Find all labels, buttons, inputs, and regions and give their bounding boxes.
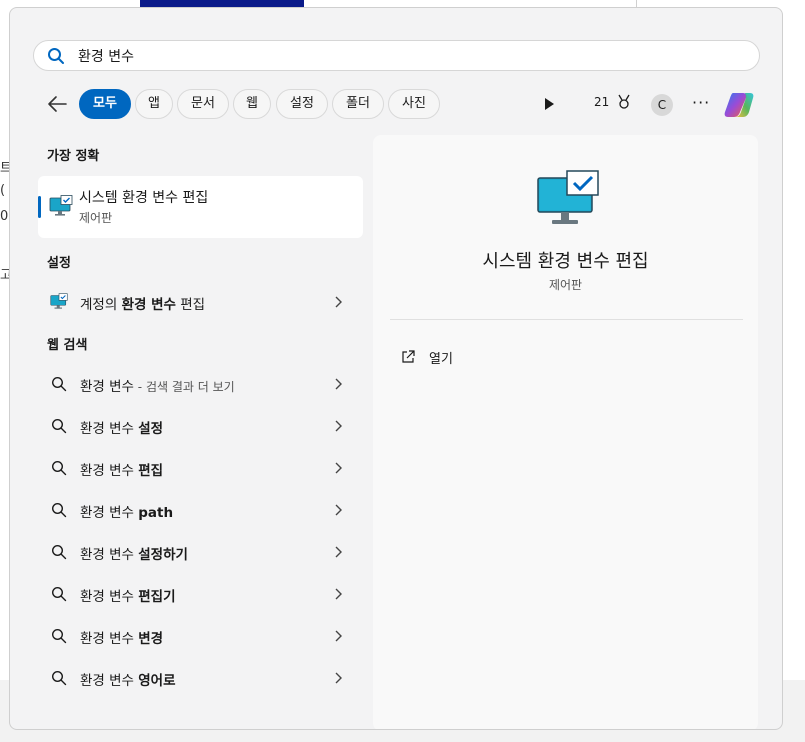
web-search-result[interactable]: 환경 변수 편집 <box>38 449 363 487</box>
web-search-result-label: 환경 변수 설정 <box>80 417 163 437</box>
user-avatar[interactable]: C <box>651 94 673 116</box>
search-icon <box>51 670 67 686</box>
filter-tab-folders[interactable]: 폴더 <box>332 89 384 119</box>
label-bold-text: 편집 <box>138 463 164 479</box>
search-icon <box>51 502 67 518</box>
detail-subtitle: 제어판 <box>548 278 583 292</box>
label-text: 환경 변수 <box>80 379 134 395</box>
label-text: 환경 변수 <box>80 631 139 647</box>
label-bold-text: 설정하기 <box>138 547 188 563</box>
settings-result[interactable]: 계정의 환경 변수 편집 <box>38 283 363 321</box>
search-input[interactable] <box>78 45 678 67</box>
label-bold-text: 편집기 <box>138 589 176 605</box>
best-match-result[interactable]: 시스템 환경 변수 편집 제어판 <box>38 176 363 238</box>
best-match-subtitle: 제어판 <box>79 211 113 225</box>
label-bold-text: 변경 <box>138 631 164 647</box>
search-icon <box>51 460 67 476</box>
control-panel-monitor-icon <box>537 170 599 224</box>
search-icon <box>51 376 67 392</box>
web-search-result[interactable]: 환경 변수 변경 <box>38 617 363 655</box>
rewards-medal-icon[interactable] <box>617 94 631 110</box>
search-bar[interactable] <box>33 40 760 71</box>
label-sub-text: - 검색 결과 더 보기 <box>133 380 235 394</box>
label-bold-text: 환경 변수 <box>121 297 176 313</box>
selection-indicator <box>38 196 41 218</box>
web-search-result-label: 환경 변수 - 검색 결과 더 보기 <box>80 375 235 395</box>
label-text: 환경 변수 <box>80 547 139 563</box>
web-search-result-label: 환경 변수 영어로 <box>80 669 176 689</box>
start-search-panel: 모두 앱 문서 웹 설정 폴더 사진 21 C ··· 가장 정확 <box>9 7 783 730</box>
search-icon <box>48 48 64 64</box>
label-text: 환경 변수 <box>80 505 139 521</box>
label-text: 편집 <box>175 297 206 313</box>
copilot-icon[interactable] <box>723 90 755 120</box>
detail-pane: 시스템 환경 변수 편집 제어판 열기 <box>373 135 758 729</box>
chevron-right-icon <box>335 462 342 474</box>
search-icon <box>51 628 67 644</box>
search-icon <box>51 418 67 434</box>
filter-tab-settings[interactable]: 설정 <box>276 89 328 119</box>
settings-header: 설정 <box>47 256 71 271</box>
web-search-header: 웹 검색 <box>47 338 88 353</box>
web-search-result[interactable]: 환경 변수 영어로 <box>38 659 363 697</box>
label-text: 환경 변수 <box>80 673 139 689</box>
play-icon[interactable] <box>543 97 555 111</box>
detail-divider <box>390 319 743 320</box>
filter-tab-photos[interactable]: 사진 <box>388 89 440 119</box>
label-text: 환경 변수 <box>80 421 139 437</box>
chevron-right-icon <box>335 546 342 558</box>
web-search-result[interactable]: 환경 변수 - 검색 결과 더 보기 <box>38 365 363 403</box>
detail-title: 시스템 환경 변수 편집 <box>482 251 649 272</box>
chevron-right-icon <box>335 630 342 642</box>
web-search-result[interactable]: 환경 변수 path <box>38 491 363 529</box>
search-icon <box>51 544 67 560</box>
control-panel-monitor-icon <box>50 293 68 309</box>
web-search-result-label: 환경 변수 편집 <box>80 459 163 479</box>
open-action-button[interactable]: 열기 <box>429 348 453 367</box>
label-bold-text: path <box>138 505 174 521</box>
background-text: ( <box>0 183 6 198</box>
chevron-right-icon <box>335 378 342 390</box>
web-search-result[interactable]: 환경 변수 설정 <box>38 407 363 445</box>
filter-tab-apps[interactable]: 앱 <box>135 89 173 119</box>
label-text: 환경 변수 <box>80 589 139 605</box>
chevron-right-icon <box>335 588 342 600</box>
best-match-header: 가장 정확 <box>47 149 100 164</box>
filter-tab-web[interactable]: 웹 <box>233 89 271 119</box>
filter-tab-documents[interactable]: 문서 <box>177 89 229 119</box>
rewards-points[interactable]: 21 <box>594 95 609 109</box>
open-external-icon[interactable] <box>401 350 415 364</box>
chevron-right-icon <box>335 504 342 516</box>
label-bold-text: 영어로 <box>138 673 176 689</box>
label-bold-text: 설정 <box>138 421 164 437</box>
settings-result-label: 계정의 환경 변수 편집 <box>80 293 205 313</box>
more-options-icon[interactable]: ··· <box>692 95 710 111</box>
chevron-right-icon <box>335 420 342 432</box>
web-search-result-label: 환경 변수 설정하기 <box>80 543 188 563</box>
web-search-result-label: 환경 변수 편집기 <box>80 585 176 605</box>
web-search-result-label: 환경 변수 변경 <box>80 627 163 647</box>
label-text: 환경 변수 <box>80 463 139 479</box>
chevron-right-icon <box>335 672 342 684</box>
back-arrow-icon[interactable] <box>46 94 68 114</box>
chevron-right-icon <box>335 296 342 308</box>
web-search-result[interactable]: 환경 변수 편집기 <box>38 575 363 613</box>
web-search-result[interactable]: 환경 변수 설정하기 <box>38 533 363 571</box>
label-text: 계정의 <box>80 297 122 313</box>
search-icon <box>51 586 67 602</box>
best-match-title: 시스템 환경 변수 편집 <box>79 190 209 206</box>
control-panel-monitor-icon <box>49 195 73 216</box>
filter-tab-all[interactable]: 모두 <box>79 89 131 119</box>
web-search-result-label: 환경 변수 path <box>80 501 173 521</box>
background-text: 0 <box>0 209 9 224</box>
